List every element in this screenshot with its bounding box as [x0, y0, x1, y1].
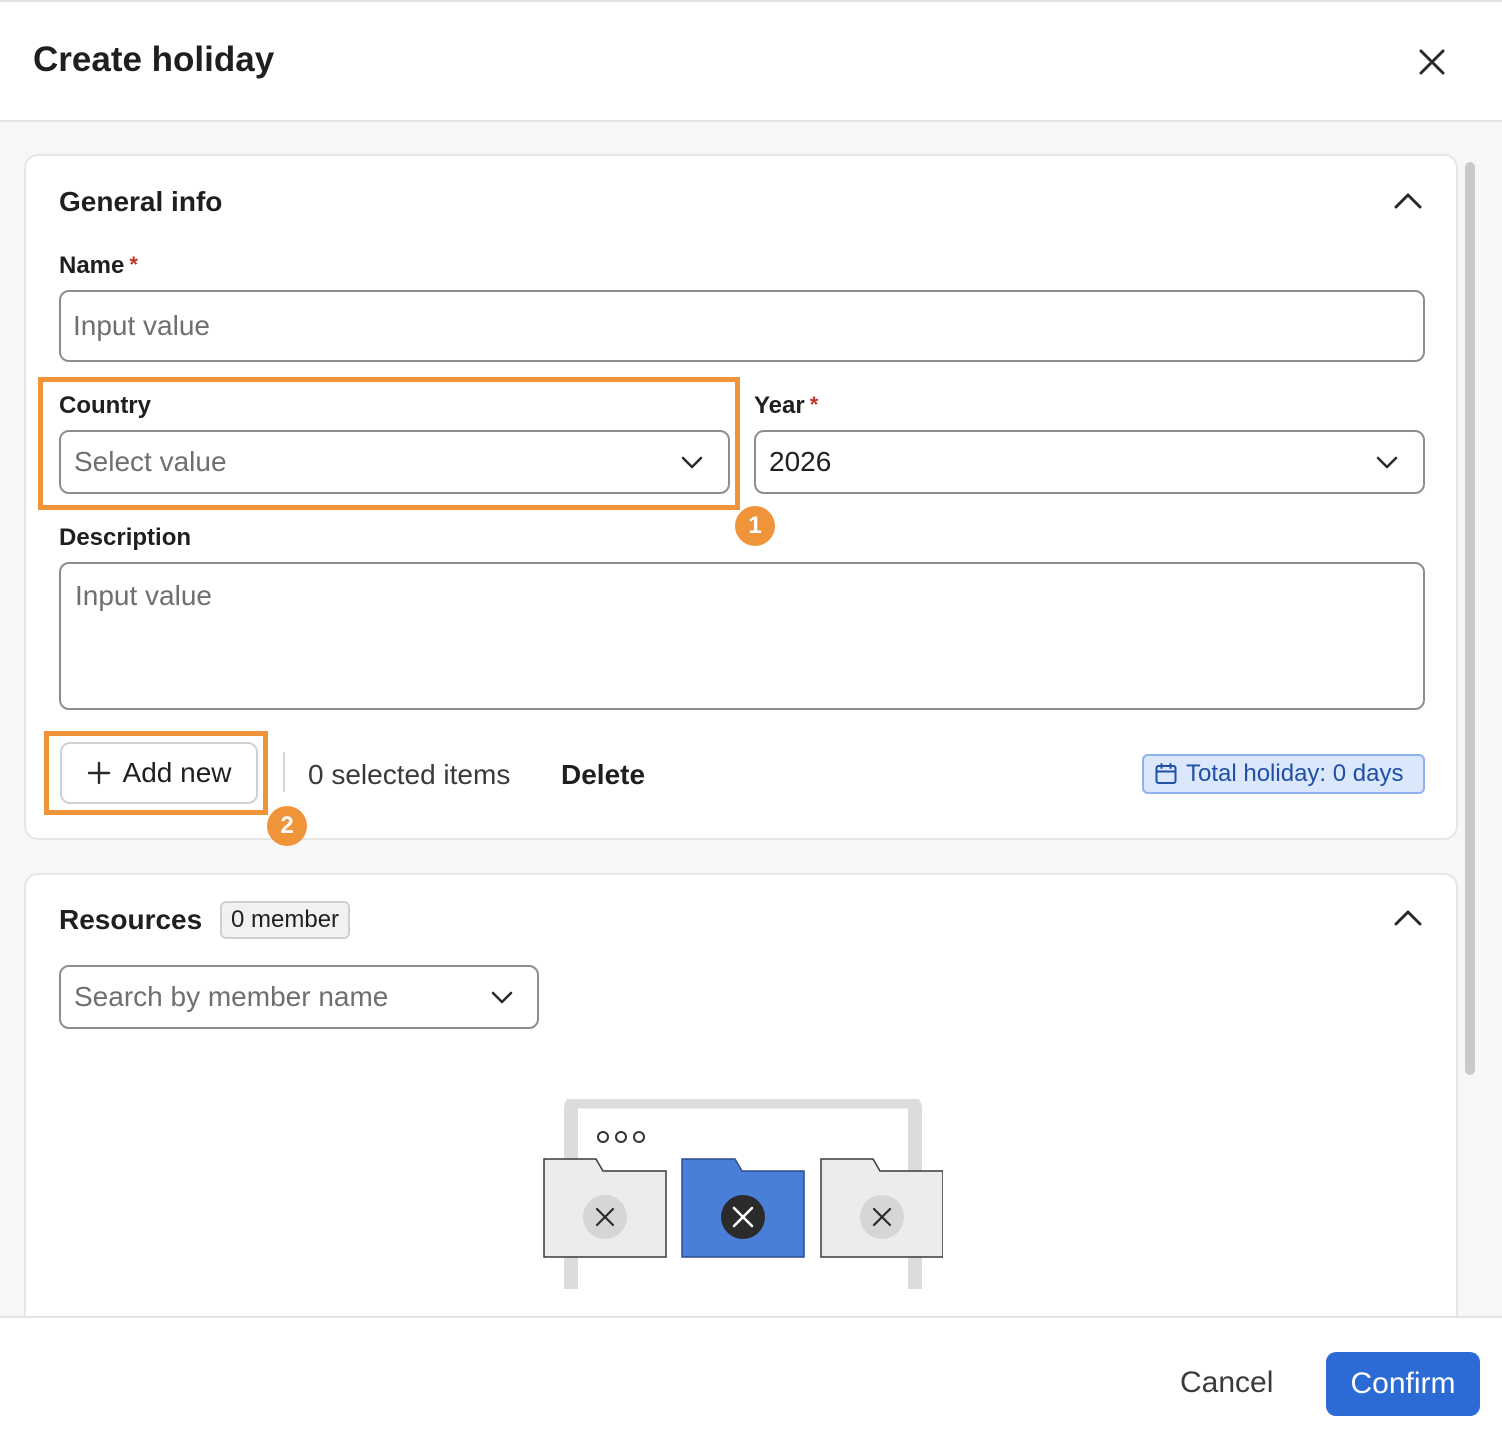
toolbar-divider — [283, 752, 285, 792]
dialog-body: General info Name* Country Select value … — [0, 122, 1502, 1316]
name-label-text: Name — [59, 252, 125, 279]
member-search-placeholder: Search by member name — [74, 981, 389, 1012]
total-holiday-badge: Total holiday: 0 days — [1142, 754, 1425, 794]
close-button[interactable] — [1412, 42, 1452, 82]
required-mark: * — [809, 392, 819, 417]
scrollbar-thumb[interactable] — [1465, 162, 1475, 1075]
description-textarea[interactable] — [59, 562, 1425, 710]
total-holiday-text: Total holiday: 0 days — [1186, 760, 1404, 787]
selected-items-count: 0 selected items — [308, 759, 511, 790]
general-info-title: General info — [59, 186, 223, 217]
resources-title: Resources — [59, 904, 203, 935]
year-label: Year * — [754, 392, 818, 420]
calendar-icon — [1155, 763, 1177, 784]
step-1-badge: 1 — [735, 506, 775, 546]
close-icon — [1419, 49, 1445, 75]
dialog-footer: Cancel Confirm — [0, 1316, 1502, 1446]
chevron-down-icon — [491, 991, 513, 1004]
empty-folders-illustration — [543, 1099, 943, 1289]
step-2-badge: 2 — [267, 806, 307, 846]
resources-collapse-button[interactable] — [1392, 903, 1424, 935]
confirm-button[interactable]: Confirm — [1326, 1352, 1480, 1416]
country-highlight-box — [38, 377, 740, 510]
year-label-text: Year — [754, 392, 805, 419]
year-select[interactable]: 2026 — [754, 430, 1425, 494]
delete-button[interactable]: Delete — [561, 759, 645, 791]
chevron-up-icon — [1394, 910, 1422, 926]
cancel-button[interactable]: Cancel — [1180, 1366, 1273, 1400]
resources-card: Resources 0 member Search by member name — [24, 873, 1458, 1316]
general-info-collapse-button[interactable] — [1392, 186, 1424, 218]
name-input[interactable] — [59, 290, 1425, 362]
year-select-value: 2026 — [769, 446, 832, 477]
add-new-highlight-box — [44, 731, 268, 815]
required-mark: * — [129, 252, 138, 277]
description-label: Description — [59, 524, 192, 551]
dialog-title: Create holiday — [33, 40, 275, 79]
member-search-select[interactable]: Search by member name — [59, 965, 539, 1029]
dialog-header: Create holiday — [0, 2, 1502, 122]
chevron-down-icon — [1376, 456, 1398, 469]
member-count-badge: 0 member — [220, 901, 351, 939]
name-label: Name * — [59, 252, 138, 280]
chevron-up-icon — [1394, 193, 1422, 209]
